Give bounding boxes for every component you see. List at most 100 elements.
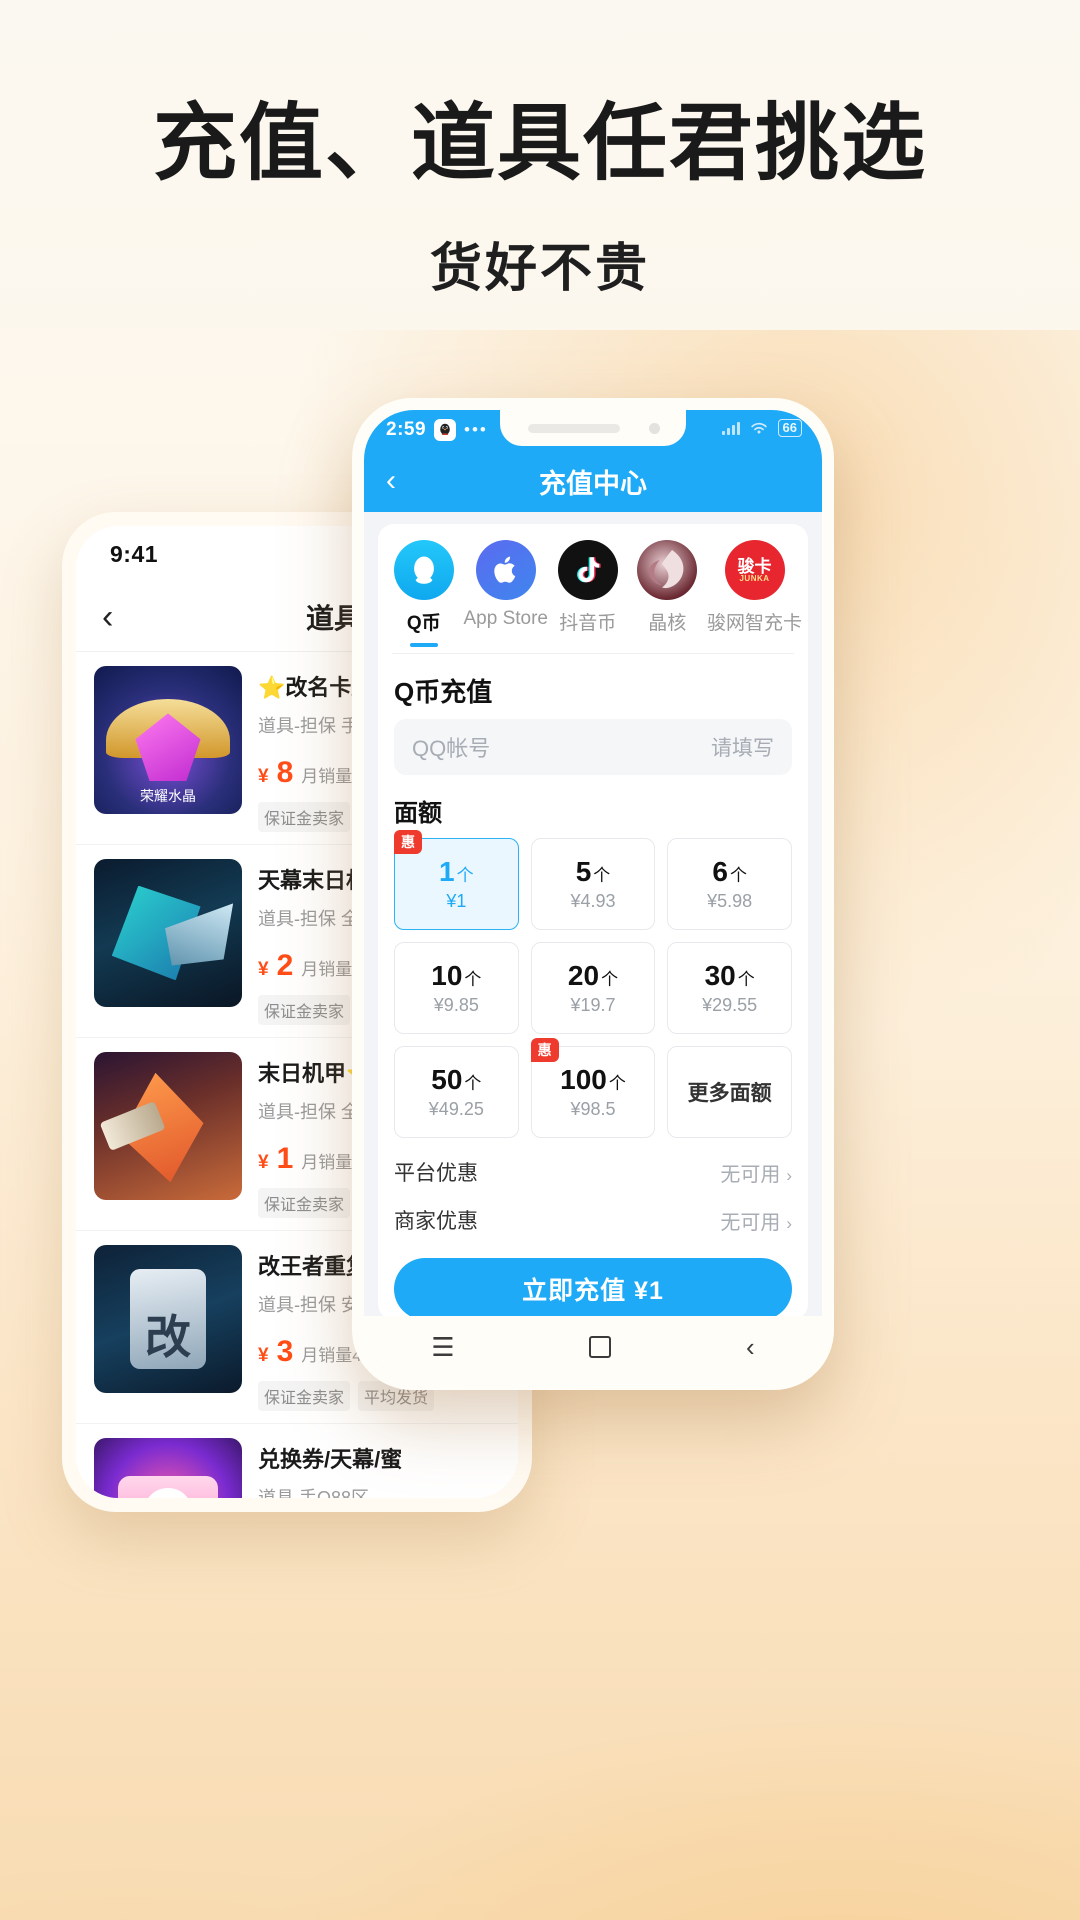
denomination-option[interactable]: 惠 1 个 ¥1 (394, 830, 519, 930)
chevron-left-icon[interactable]: ‹ (746, 1332, 755, 1363)
denomination-option[interactable]: 惠 100 个 ¥98.5 (530, 1038, 656, 1138)
back-status-time: 9:41 (110, 540, 159, 567)
category-tabs: Q币 App Store 抖音币 晶核 骏卡 JUNKA 骏网智充卡 (378, 524, 808, 653)
item-price: 1 (276, 1142, 294, 1175)
tab-label: 骏网智充卡 (707, 613, 803, 634)
recharge-now-button[interactable]: 立即充值 ¥1 (394, 1258, 792, 1316)
wifi-icon (750, 422, 767, 434)
chevron-right-icon: › (786, 1165, 792, 1185)
tab-label: 抖音币 (559, 613, 617, 634)
status-badge: 保证金卖家 (258, 802, 351, 832)
denomination-unit: 个 (601, 970, 619, 989)
front-status-time: 2:59 (386, 419, 427, 440)
promotion-row[interactable]: 商家优惠 无可用 › (378, 1196, 808, 1244)
discount-badge: 惠 (530, 1038, 559, 1062)
denomination-price: ¥5.98 (707, 891, 753, 911)
item-price: 8 (276, 756, 294, 789)
signal-bars-icon (721, 421, 740, 436)
denomination-option[interactable]: 50 个 ¥49.25 (394, 1046, 519, 1138)
denomination-price: ¥49.25 (428, 1099, 484, 1119)
denomination-option[interactable]: 6 个 ¥5.98 (667, 838, 792, 930)
status-badge: 保证金卖家 (258, 1381, 351, 1411)
chevron-right-icon: › (786, 1213, 792, 1233)
battery-indicator: 66 (777, 419, 802, 438)
promotion-row[interactable]: 平台优惠 无可用 › (378, 1148, 808, 1196)
android-nav-bar: ☰ ‹ (364, 1316, 822, 1378)
front-phone-device: 2:59 ••• 66 ‹ 充值中心 Q币 App Store 抖音币 晶核 骏… (352, 398, 834, 1390)
denomination-grid: 惠 1 个 ¥1 5 个 ¥4.93 6 个 ¥5.98 10 个 ¥9.85 20 个 ¥19.7 30 个 ¥2… (378, 830, 808, 1148)
denomination-unit: 个 (456, 866, 474, 885)
promotion-label: 平台优惠 (394, 1162, 478, 1185)
item-thumbnail (94, 1438, 242, 1498)
front-status-indicators: 66 (721, 419, 802, 438)
denomination-amount: 5个 (575, 856, 611, 887)
tab-1[interactable]: Q币 (384, 540, 464, 653)
qq-penguin-icon (393, 540, 454, 600)
denomination-price: ¥29.55 (702, 995, 758, 1015)
item-thumbnail (94, 1052, 242, 1200)
front-camera (649, 423, 660, 434)
item-thumbnail (94, 859, 242, 1007)
qq-penguin-icon (434, 419, 457, 441)
denomination-unit: 个 (464, 1074, 482, 1093)
jinghe-game-icon (637, 540, 698, 600)
promotions-list: 平台优惠 无可用 › 商家优惠 无可用 › (378, 1148, 808, 1244)
tab-label: Q币 (406, 613, 441, 634)
discount-badge: 惠 (394, 830, 422, 854)
denomination-option[interactable]: 5 个 ¥4.93 (530, 838, 656, 930)
denomination-option[interactable]: 30 个 ¥29.55 (667, 942, 792, 1034)
thumbnail-label: 荣耀水晶 (140, 788, 196, 804)
item-price: 2 (276, 949, 294, 982)
denomination-amount: 6个 (712, 856, 747, 887)
tab-label: App Store (463, 608, 549, 629)
item-thumbnail: 荣耀水晶 (94, 666, 242, 814)
account-placeholder: QQ帐号 (412, 736, 491, 761)
promotion-label: 商家优惠 (394, 1210, 478, 1233)
status-badge: 保证金卖家 (258, 1188, 351, 1218)
item-name: 兑换券/天幕/蜜 (258, 1447, 403, 1472)
denomination-option[interactable]: 10 个 ¥9.85 (394, 942, 519, 1034)
tiktok-icon (557, 540, 618, 600)
item-subtitle: 道具 手Q88区 (258, 1488, 370, 1498)
denomination-price: ¥4.93 (570, 891, 616, 911)
denomination-amount: 1个 (439, 856, 474, 887)
currency-symbol: ¥ (258, 1152, 269, 1173)
denomination-title: 面额 (394, 800, 442, 827)
page-title: 充值、道具任君挑选 (152, 94, 927, 192)
item-thumbnail: 改 (94, 1245, 242, 1393)
tab-5[interactable]: 骏卡 JUNKA 骏网智充卡 (707, 540, 802, 653)
menu-icon[interactable]: ☰ (431, 1332, 454, 1363)
currency-symbol: ¥ (258, 766, 269, 787)
currency-symbol: ¥ (258, 959, 269, 980)
recharge-card: Q币 App Store 抖音币 晶核 骏卡 JUNKA 骏网智充卡 Q币充值 QQ帐号 请… (378, 524, 808, 1316)
tab-4[interactable]: 晶核 (628, 540, 708, 653)
denomination-amount: 30 个 (704, 960, 755, 991)
poster-text-block: 充值、道具任君挑选 货好不贵 (0, 96, 1080, 301)
denomination-amount: 100 个 (560, 1064, 626, 1095)
front-content-area: Q币 App Store 抖音币 晶核 骏卡 JUNKA 骏网智充卡 Q币充值 QQ帐号 请… (364, 512, 822, 1316)
apple-icon (475, 540, 536, 600)
denomination-amount: 50 个 (431, 1064, 482, 1095)
more-denominations-button[interactable]: 更多面额 (667, 1046, 792, 1138)
item-info: 兑换券/天幕/蜜道具 手Q88区¥225月销量1 成交率100%平台发货个人卖家… (258, 1438, 500, 1498)
denomination-price: ¥1 (446, 891, 467, 911)
phone-notch (500, 410, 686, 446)
denomination-unit: 个 (729, 866, 747, 885)
home-square-icon[interactable] (589, 1336, 612, 1358)
thumbnail-label: 改 (145, 1311, 191, 1364)
tab-3[interactable]: 抖音币 (548, 540, 628, 653)
tab-2[interactable]: App Store (463, 540, 549, 653)
denomination-unit: 个 (737, 970, 755, 989)
promotion-value: 无可用 › (720, 1211, 792, 1234)
speaker-slot (528, 424, 620, 433)
table-row[interactable]: 兑换券/天幕/蜜道具 手Q88区¥225月销量1 成交率100%平台发货个人卖家… (76, 1424, 518, 1498)
account-input-row[interactable]: QQ帐号 请填写 (394, 719, 792, 775)
item-price: 3 (276, 1335, 294, 1368)
more-denominations-label: 更多面额 (687, 1082, 772, 1105)
front-page-title: 充值中心 (539, 468, 647, 499)
tab-underline (409, 643, 438, 647)
denomination-unit: 个 (464, 970, 482, 989)
denomination-price: ¥9.85 (433, 995, 479, 1015)
denomination-option[interactable]: 20 个 ¥19.7 (530, 942, 656, 1034)
status-more-dots: ••• (464, 420, 488, 439)
